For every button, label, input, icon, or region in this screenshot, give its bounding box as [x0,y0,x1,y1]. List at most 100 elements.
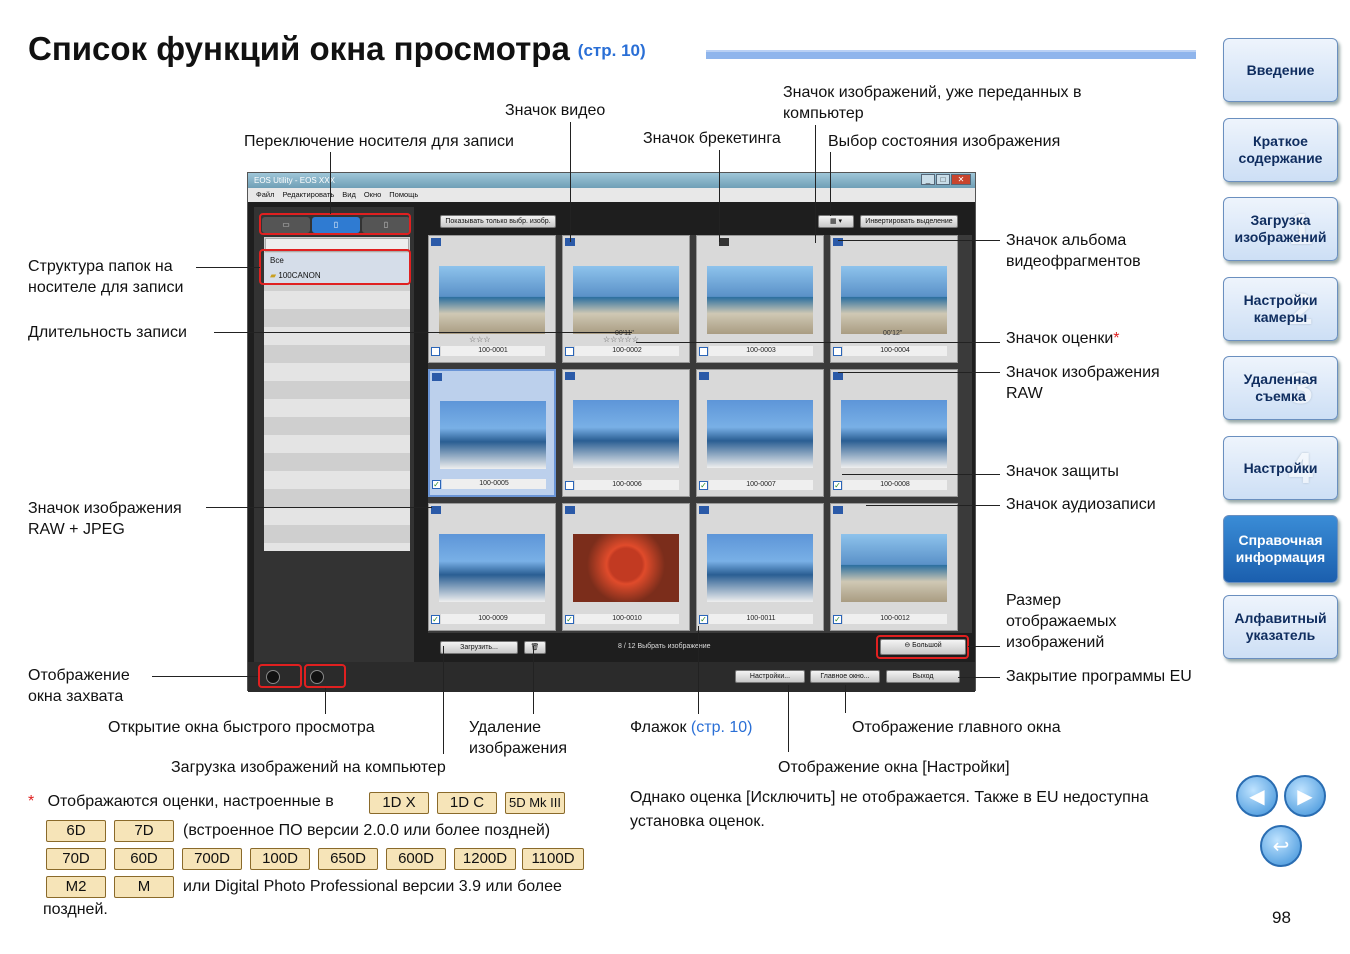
thumbnail[interactable]: ✓ 100-0008 [830,369,958,497]
maximize-icon[interactable]: □ [936,174,950,185]
thumbnail[interactable]: ✓ 100-0010 [562,503,690,631]
title-page-ref[interactable]: (стр. 10) [578,41,646,60]
leader-line [214,332,632,333]
camera-chip: 6D [46,820,106,842]
flag-checkbox[interactable]: ✓ [699,615,708,624]
image-state-dropdown[interactable]: ▦ ▾ [818,215,854,228]
camera-chip: 7D [114,820,174,842]
label-folder-structure: Структура папок на носителе для записи [28,258,184,296]
leader-line [968,646,1000,647]
raw-jpeg-icon [431,506,441,514]
nav-reference[interactable]: Справочная информация [1223,515,1338,583]
thumbnail[interactable]: ☆☆☆ 100-0001 [428,235,556,363]
nav-remote-shooting[interactable]: 3 Удаленная съемка [1223,356,1338,420]
flag-checkbox[interactable] [699,347,708,356]
download-button[interactable]: Загрузить... [440,641,518,654]
flag-checkbox[interactable]: ✓ [431,615,440,624]
leader-line [443,646,444,754]
next-page-icon[interactable]: ▶ [1284,775,1326,817]
bracketing-icon [719,238,729,246]
page-number: 98 [1272,908,1291,927]
thumbnail[interactable]: 00'12" 100-0004 [830,235,958,363]
raw-jpeg-icon [699,506,709,514]
label-transferred-icon: Значок изображений, уже переданных в ком… [783,84,1082,122]
thumbnail[interactable]: ✓ 100-0007 [696,369,824,497]
menu-edit[interactable]: Редактировать [282,190,334,199]
label-quick-preview: Открытие окна быстрого просмотра [108,719,375,736]
flag-checkbox[interactable]: ✓ [699,481,708,490]
thumbnail[interactable]: 100-0006 [562,369,690,497]
thumbnail[interactable]: 100-0003 [696,235,824,363]
nav-camera-settings[interactable]: 2 Настройки камеры [1223,277,1338,341]
flag-checkbox[interactable]: ✓ [833,481,842,490]
trash-icon[interactable]: 🗑 [524,641,546,654]
flag-checkbox[interactable]: ✓ [432,480,441,489]
camera-chip: 1100D [522,848,584,870]
raw-icon [431,238,441,246]
main-window-button[interactable]: Главное окно... [810,670,880,683]
footnote-line4: или Digital Photo Professional версии 3.… [183,878,562,895]
show-selected-button[interactable]: Показывать только выбр. изобр. [440,215,556,228]
leader-line [838,240,1000,241]
camera-chip: 1200D [454,848,516,870]
title-bar-decoration [706,50,1196,59]
leader-line [636,342,1000,343]
thumbnail[interactable]: ✓ 100-0012 [830,503,958,631]
camera-chip: 650D [318,848,378,870]
flag-checkbox[interactable] [565,481,574,490]
return-icon[interactable]: ↩ [1260,825,1302,867]
settings-button[interactable]: Настройки... [735,670,805,683]
footnote-line5: поздней. [43,901,108,918]
nav-preferences[interactable]: 4 Настройки [1223,436,1338,500]
thumbnail[interactable]: ✓ 100-0009 [428,503,556,631]
flag-checkbox[interactable]: ✓ [833,615,842,624]
label-video-icon: Значок видео [505,102,606,119]
thumbnail[interactable]: 00'11" ☆☆☆☆☆ 100-0002 [562,235,690,363]
raw-jpeg-icon [833,506,843,514]
camera-chip: 1D X [369,792,429,814]
highlight-media-switch [259,213,411,235]
menu-view[interactable]: Вид [342,190,356,199]
camera-chip: 60D [114,848,174,870]
menu-bar: Файл Редактировать Вид Окно Помощь [248,188,975,202]
camera-chip: 70D [46,848,106,870]
thumbnail[interactable]: ✓ 100-0011 [696,503,824,631]
menu-help[interactable]: Помощь [389,190,418,199]
exit-button[interactable]: Выход [886,670,960,683]
leader-line [330,152,331,214]
label-raw-icon: Значок изображения RAW [1006,364,1160,402]
label-media-switch: Переключение носителя для записи [244,133,514,150]
label-audio-icon: Значок аудиозаписи [1006,496,1156,513]
footnote-line1: * Отображаются оценки, настроенные в [28,793,334,810]
label-main-window: Отображение главного окна [852,719,1061,736]
flag-checkbox[interactable] [431,347,440,356]
nav-contents[interactable]: Краткое содержание [1223,118,1338,182]
highlight-folders [259,249,411,285]
menu-file[interactable]: Файл [256,190,274,199]
footnote-line2: (встроенное ПО версии 2.0.0 или более по… [183,822,551,839]
nav-introduction[interactable]: Введение [1223,38,1338,102]
leader-line [570,122,571,242]
leader-line [719,150,720,242]
flag-checkbox[interactable]: ✓ [565,615,574,624]
leader-line [152,676,258,677]
label-download: Загрузка изображений на компьютер [171,759,446,776]
leader-line [830,152,831,216]
nav-download-images[interactable]: 1 Загрузка изображений [1223,197,1338,261]
nav-index[interactable]: Алфавитный указатель [1223,595,1338,659]
minimize-icon[interactable]: _ [921,174,935,185]
close-icon[interactable]: ✕ [951,174,971,185]
camera-chip: M [114,876,174,898]
raw-icon [565,372,575,380]
window-title: EOS Utility - EOS XXX [248,173,975,188]
leader-line [815,125,816,243]
prev-page-icon[interactable]: ◀ [1236,775,1278,817]
flag-checkbox[interactable] [833,347,842,356]
menu-window[interactable]: Окно [364,190,381,199]
flag-checkbox[interactable] [565,347,574,356]
thumbnail[interactable]: ✓ 100-0005 [428,369,556,497]
label-raw-jpeg-icon: Значок изображения RAW + JPEG [28,500,182,538]
invert-selection-button[interactable]: Инвертировать выделение [860,215,958,228]
leader-line [325,688,326,714]
label-close-eu: Закрытие программы EU [1006,668,1192,685]
